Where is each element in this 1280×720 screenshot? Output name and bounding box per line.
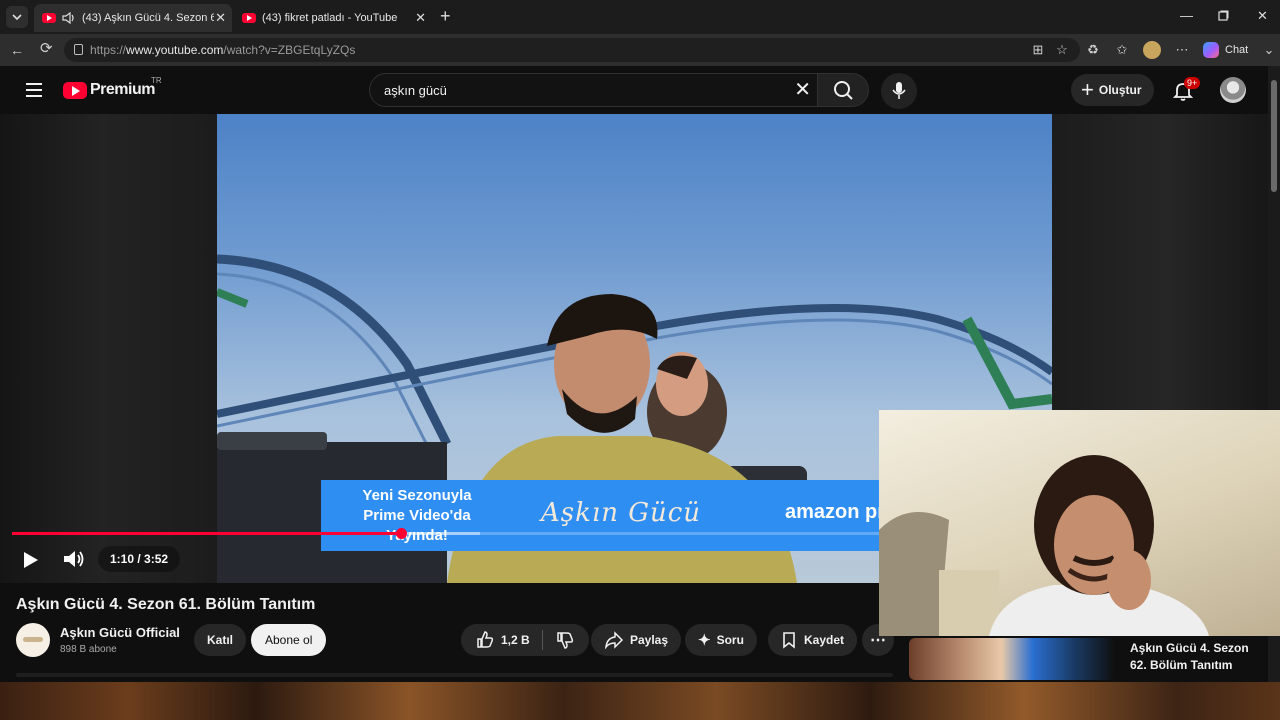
like-icon[interactable] [475, 630, 495, 650]
youtube-favicon-icon [242, 13, 256, 23]
address-bar[interactable]: https://www.youtube.com/watch?v=ZBGEtqLy… [64, 38, 1080, 62]
reload-icon[interactable]: ⟳ [40, 41, 53, 57]
search-icon [834, 81, 853, 100]
back-arrow-icon[interactable]: ← [10, 42, 24, 58]
webcam-person-image [879, 455, 1209, 636]
show-logo-text: Aşkın Gücü [541, 498, 702, 528]
bookmark-icon [783, 632, 795, 649]
screen: (43) Aşkın Gücü 4. Sezon 61. B ✕ (43) fi… [0, 0, 1280, 720]
progress-bar[interactable] [12, 528, 879, 539]
like-count[interactable]: 1,2 B [501, 633, 530, 647]
share-icon [605, 631, 624, 649]
favorites-list-icon[interactable]: ✩ [1115, 43, 1129, 57]
play-icon[interactable] [24, 552, 38, 568]
sparkle-icon: ✦ [698, 632, 711, 649]
notifications-button[interactable]: 9+ [1172, 77, 1201, 102]
country-code: TR [151, 76, 162, 85]
copilot-chat-button[interactable]: Chat [1203, 40, 1248, 60]
join-button[interactable]: Katıl [194, 624, 247, 656]
promo-banner: Yeni Sezonuyla Prime Video'da Yayında! A… [321, 480, 919, 551]
played-bar [12, 532, 401, 535]
subscriber-count: 898 B abone [60, 644, 117, 655]
speaker-playing-icon[interactable] [62, 12, 76, 24]
browser-tab-active[interactable]: (43) Aşkın Gücü 4. Sezon 61. B ✕ [34, 4, 232, 32]
webcam-overlay [879, 410, 1280, 636]
chat-label: Chat [1225, 44, 1249, 56]
clear-search-icon[interactable]: ✕ [794, 78, 811, 102]
search-box[interactable]: aşkın gücü ✕ [369, 73, 817, 107]
recommended-video-item[interactable]: Aşkın Gücü 4. Sezon 62. Bölüm Tanıtım [909, 636, 1268, 682]
create-label: Oluştur [1098, 83, 1142, 97]
minimize-window-button[interactable]: — [1180, 8, 1193, 23]
profile-avatar[interactable] [1143, 41, 1161, 59]
favorite-star-icon[interactable]: ☆ [1055, 43, 1069, 57]
close-window-button[interactable]: ✕ [1257, 8, 1268, 24]
maximize-window-button[interactable] [1218, 9, 1229, 24]
youtube-favicon-icon [42, 13, 56, 23]
browser-toolbar: ← ⟳ https://www.youtube.com/watch?v=ZBGE… [0, 34, 1280, 66]
close-tab-icon[interactable]: ✕ [415, 11, 426, 25]
scrollbar-thumb[interactable] [1271, 80, 1277, 192]
microphone-icon [892, 82, 906, 99]
account-avatar[interactable] [1220, 77, 1246, 103]
notification-badge: 9+ [1184, 77, 1201, 89]
search-button[interactable] [817, 73, 869, 107]
section-divider [16, 673, 893, 677]
chevron-down-icon [12, 14, 22, 21]
ask-button[interactable]: ✦ Soru [685, 624, 757, 656]
close-tab-icon[interactable]: ✕ [215, 11, 226, 25]
more-options-icon[interactable]: ⋯ [1175, 43, 1189, 57]
subscribe-button[interactable]: Abone ol [251, 624, 327, 656]
voice-search-button[interactable] [881, 73, 917, 109]
time-display: 1:10 / 3:52 [98, 546, 181, 572]
tab-title: (43) Aşkın Gücü 4. Sezon 61. B [82, 12, 214, 24]
logo-word: Premium [90, 81, 155, 98]
channel-avatar[interactable] [16, 623, 50, 657]
share-button[interactable]: Paylaş [591, 624, 682, 656]
youtube-premium-logo[interactable]: Premium TR [63, 76, 162, 99]
create-button[interactable]: + Oluştur [1071, 74, 1154, 106]
guide-menu-icon[interactable] [26, 83, 42, 101]
address-bar-url[interactable]: https://www.youtube.com/watch?v=ZBGEtqLy… [90, 43, 355, 57]
split-screen-icon[interactable]: ⊞ [1031, 43, 1045, 57]
youtube-play-logo-icon [63, 81, 87, 99]
save-button[interactable]: Kaydet [768, 624, 858, 656]
recommended-video-thumbnail[interactable] [909, 638, 1115, 680]
new-tab-button[interactable]: + [440, 7, 451, 25]
plus-icon: + [1081, 77, 1094, 102]
desktop-background-strip [0, 682, 1280, 720]
search-input[interactable]: aşkın gücü [384, 83, 447, 98]
extensions-icon[interactable]: ♻ [1086, 43, 1100, 57]
banner-text: Yeni Sezonuyla Prime Video'da Yayında! [362, 487, 472, 544]
browser-tab-strip: (43) Aşkın Gücü 4. Sezon 61. B ✕ (43) fi… [0, 0, 1280, 34]
tab-title: (43) fikret patladı - YouTube [262, 12, 398, 24]
lock-icon [74, 44, 83, 55]
browser-tab[interactable]: (43) fikret patladı - YouTube ✕ [234, 4, 432, 32]
dislike-icon[interactable] [555, 630, 575, 650]
volume-icon[interactable] [62, 548, 86, 570]
like-dislike-group: 1,2 B [461, 624, 589, 656]
sidebar-chevron-down-icon[interactable]: ⌄ [1262, 43, 1276, 57]
copilot-icon [1203, 42, 1219, 58]
channel-name[interactable]: Aşkın Gücü Official [60, 625, 180, 640]
tab-actions-menu-button[interactable] [6, 6, 28, 28]
video-title: Aşkın Gücü 4. Sezon 61. Bölüm Tanıtım [16, 596, 316, 613]
recommended-video-title[interactable]: Aşkın Gücü 4. Sezon 62. Bölüm Tanıtım [1130, 640, 1260, 674]
restore-icon [1218, 10, 1229, 21]
scrubber-handle[interactable] [395, 528, 407, 539]
